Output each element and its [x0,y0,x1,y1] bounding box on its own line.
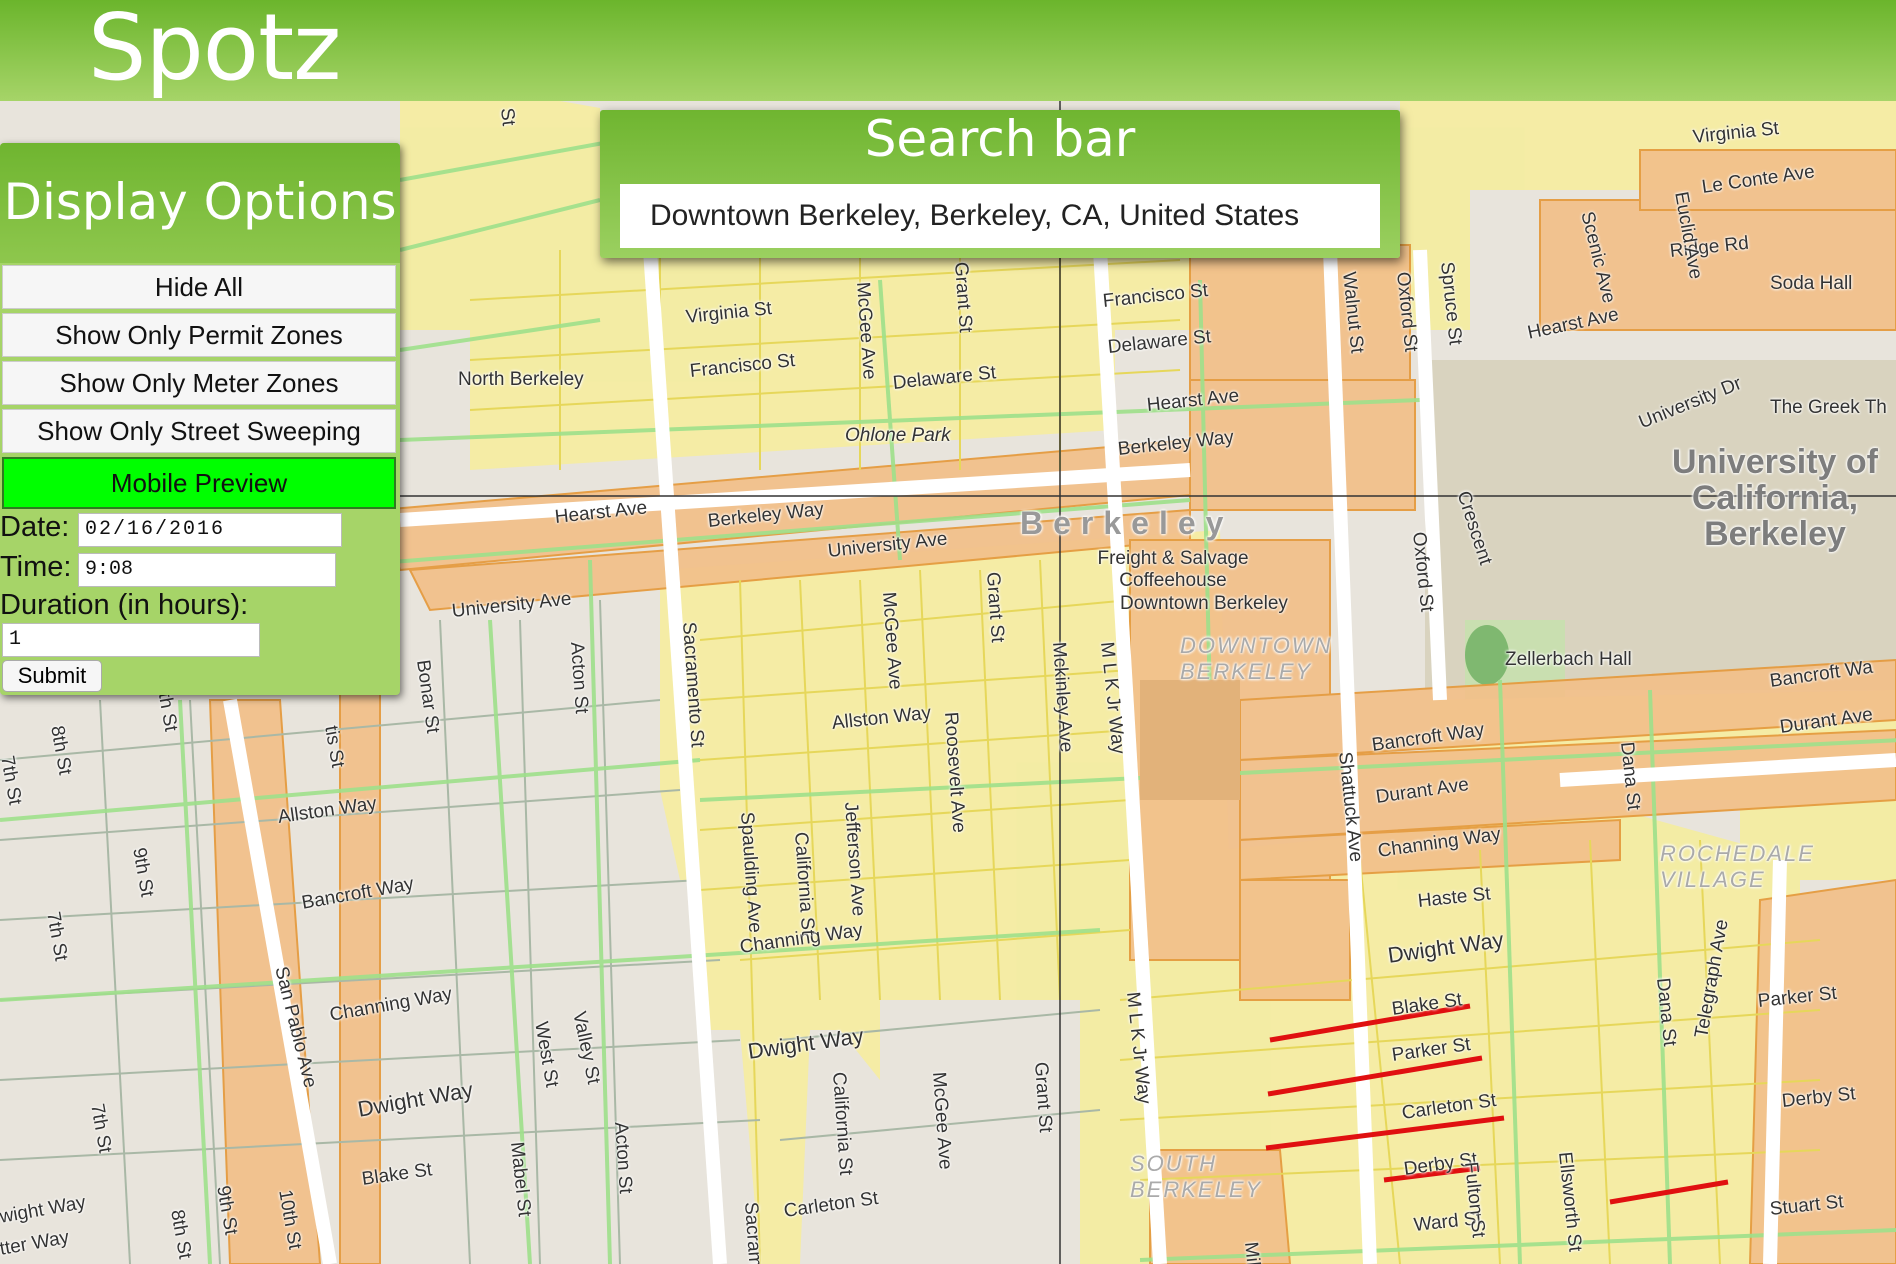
hide-all-button[interactable]: Hide All [2,265,396,309]
search-panel: Search bar Downtown Berkeley, Berkeley, … [600,110,1400,258]
zellerbach-hall-label[interactable]: Zellerbach Hall [1505,649,1632,671]
city-label: Berkeley [1020,505,1234,541]
date-label: Date: [0,511,70,543]
downtown-district-label: DOWNTOWN BERKELEY [1180,633,1333,684]
search-input[interactable]: Downtown Berkeley, Berkeley, CA, United … [620,184,1380,248]
north-berkeley-station[interactable]: North Berkeley [458,369,584,391]
street-label: Milvi [1240,1240,1265,1264]
app-title: Spotz [88,0,341,101]
mobile-preview-button[interactable]: Mobile Preview [2,457,396,509]
street-label: Sacram [740,1201,766,1264]
duration-input[interactable]: 1 [2,623,260,657]
submit-button[interactable]: Submit [2,660,102,692]
south-berkeley-label: SOUTH BERKELEY [1130,1151,1263,1202]
street-label: St [496,106,519,127]
downtown-berkeley-station[interactable]: Downtown Berkeley [1120,593,1288,615]
ohlone-park-label[interactable]: Ohlone Park [845,425,951,447]
rochedale-label: ROCHEDALE VILLAGE [1660,841,1815,892]
show-meter-zones-button[interactable]: Show Only Meter Zones [2,361,396,405]
greek-theatre-label[interactable]: The Greek Th [1770,397,1887,419]
search-title: Search bar [864,110,1136,168]
show-permit-zones-button[interactable]: Show Only Permit Zones [2,313,396,357]
time-input[interactable]: 9:08 [78,553,336,587]
display-options-header: Display Options [0,143,400,263]
soda-hall-label[interactable]: Soda Hall [1770,273,1852,295]
display-options-panel: Display Options Hide All Show Only Permi… [0,143,400,695]
date-input[interactable]: 02/16/2016 [78,513,342,547]
duration-label: Duration (in hours): [0,589,249,621]
display-options-title: Display Options [3,173,397,231]
freight-salvage-label[interactable]: Freight & Salvage Coffeehouse [1078,548,1268,592]
campus-label: University of California, Berkeley [1672,443,1878,553]
app-header: Spotz [0,0,1896,101]
time-label: Time: [0,551,72,583]
show-street-sweeping-button[interactable]: Show Only Street Sweeping [2,409,396,453]
